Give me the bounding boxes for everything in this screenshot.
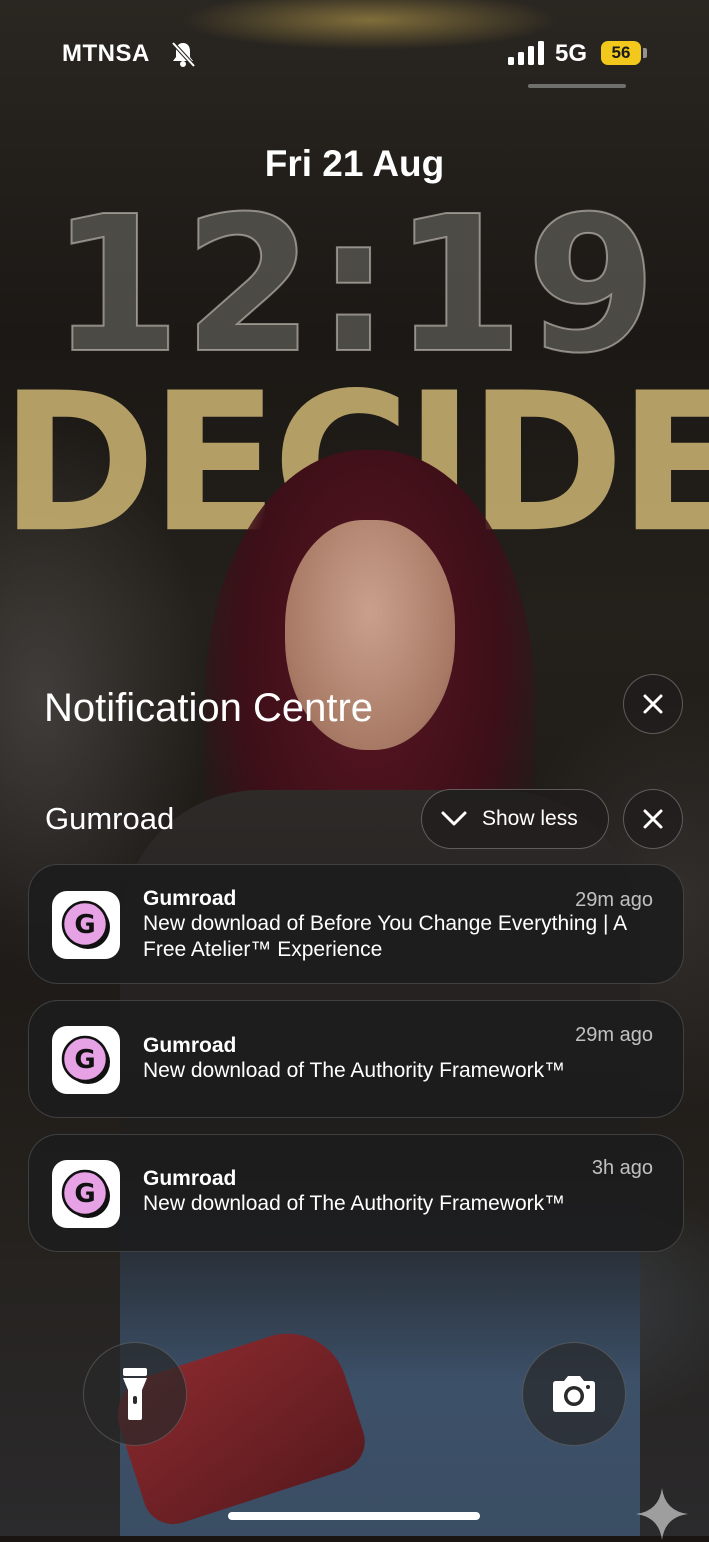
home-indicator[interactable] bbox=[228, 1512, 480, 1520]
notification-app-name: Gumroad bbox=[143, 887, 237, 910]
svg-text:G: G bbox=[74, 1045, 95, 1075]
svg-text:G: G bbox=[74, 1179, 95, 1209]
gumroad-g-icon: G bbox=[52, 1160, 120, 1228]
notification-card[interactable]: G Gumroad 29m ago New download of The Au… bbox=[28, 1000, 684, 1118]
notification-centre-title: Notification Centre bbox=[44, 686, 374, 730]
lock-time: 12:19 bbox=[49, 176, 659, 395]
notification-app-name: Gumroad bbox=[143, 1167, 237, 1190]
notification-card[interactable]: G Gumroad 29m ago New download of Before… bbox=[28, 864, 684, 984]
notification-time: 29m ago bbox=[575, 889, 653, 911]
close-icon bbox=[643, 809, 663, 829]
gumroad-g-icon: G bbox=[52, 891, 120, 959]
notification-body: New download of The Authority Framework™ bbox=[143, 1192, 566, 1215]
clear-all-button[interactable] bbox=[623, 674, 683, 734]
flashlight-button[interactable] bbox=[83, 1342, 187, 1446]
battery-nub bbox=[643, 48, 647, 58]
show-less-button[interactable]: Show less bbox=[421, 789, 609, 849]
carrier-name: MTNSA bbox=[62, 40, 150, 67]
notification-app-name: Gumroad bbox=[143, 1034, 237, 1057]
gumroad-g-icon: G bbox=[52, 1026, 120, 1094]
cellular-signal-icon bbox=[508, 41, 544, 65]
svg-text:G: G bbox=[74, 910, 95, 940]
notification-time: 29m ago bbox=[575, 1024, 653, 1046]
close-icon bbox=[643, 694, 663, 714]
camera-button[interactable] bbox=[522, 1342, 626, 1446]
flashlight-icon bbox=[123, 1368, 147, 1420]
notification-body: New download of The Authority Framework™ bbox=[143, 1059, 566, 1082]
clear-group-button[interactable] bbox=[623, 789, 683, 849]
notification-body: New download of Before You Change Everyt… bbox=[143, 912, 626, 961]
notification-group-title: Gumroad bbox=[45, 801, 175, 836]
show-less-label: Show less bbox=[482, 807, 578, 830]
battery-indicator: 56 bbox=[601, 41, 641, 65]
bell-slash-icon bbox=[171, 41, 196, 68]
control-centre-indicator[interactable] bbox=[528, 84, 626, 88]
sparkle-icon bbox=[636, 1488, 688, 1540]
network-type: 5G bbox=[555, 40, 588, 67]
notification-time: 3h ago bbox=[591, 1157, 653, 1179]
camera-icon bbox=[553, 1376, 595, 1412]
status-bar: MTNSA 5G 56 bbox=[0, 0, 709, 100]
chevron-down-icon bbox=[441, 811, 467, 826]
notification-card[interactable]: G Gumroad 3h ago New download of The Aut… bbox=[28, 1134, 684, 1252]
